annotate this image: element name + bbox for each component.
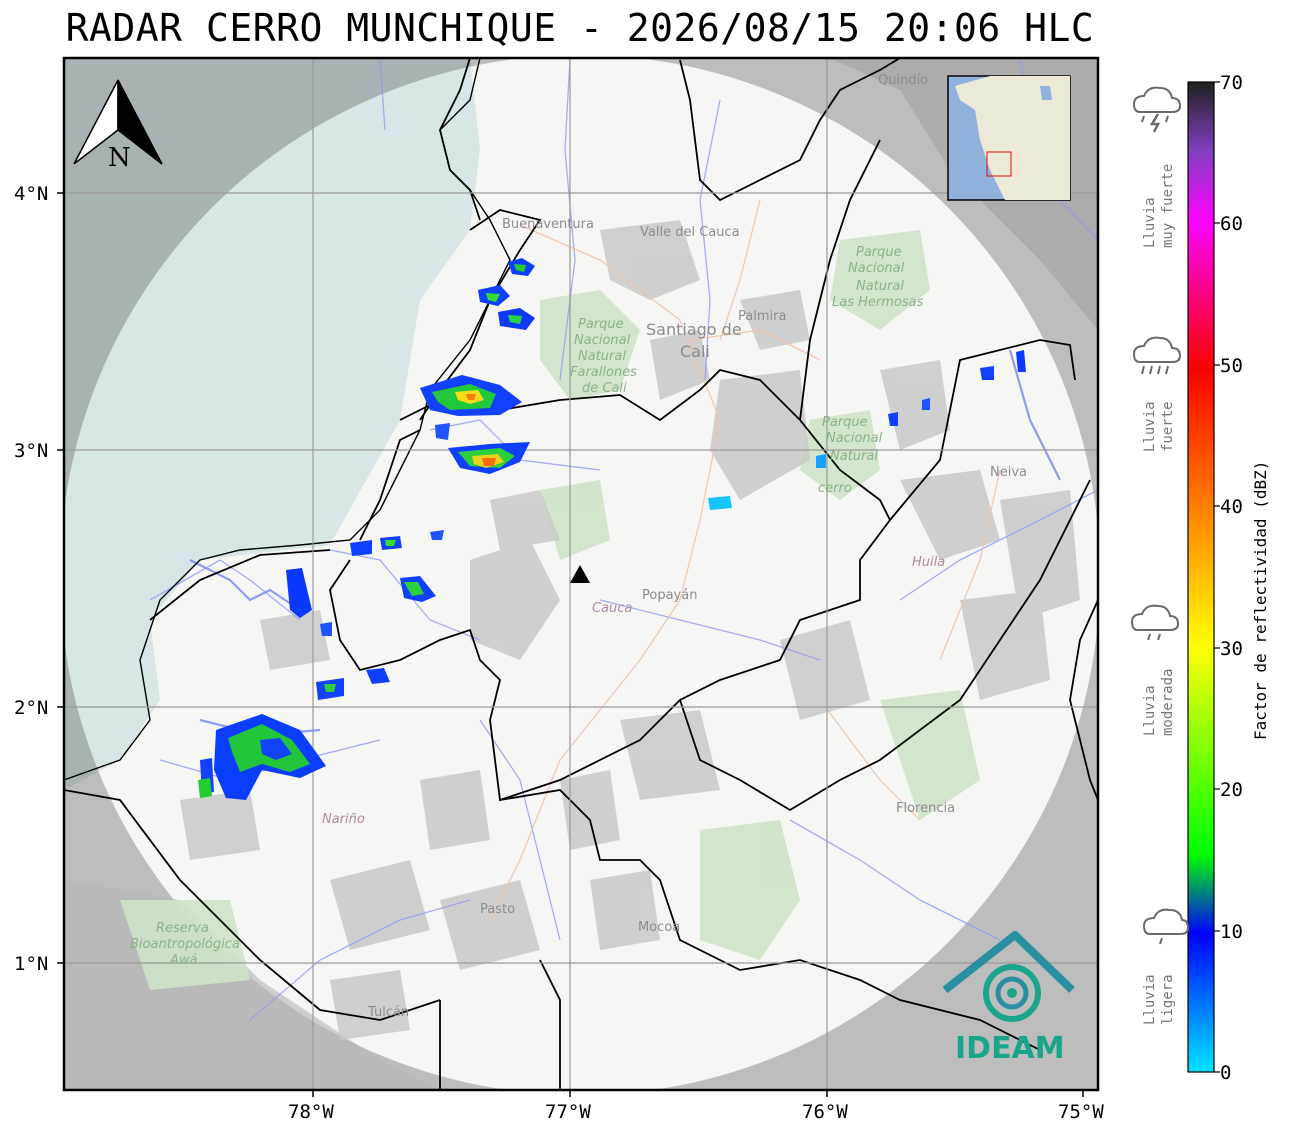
colorbar-ticks: 70 60 50 40 30 20 10 0 [1220,72,1243,1084]
cb-tick-60: 60 [1220,213,1243,235]
label-mocoa: Mocoa [638,920,680,935]
lat-tick-4: 4°N [14,183,48,205]
label-farallones-1: Parque [578,317,624,332]
label-hermosas-1: Parque [856,245,902,260]
lon-tick-76: 76°W [802,1101,848,1123]
label-hermosas-2: Nacional [848,261,905,276]
cb-tick-50: 50 [1220,355,1243,377]
cb-tick-70: 70 [1220,72,1243,94]
colorbar-panel: 70 60 50 40 30 20 10 0 Factor de reflect… [1130,72,1270,1084]
label-huila-park-2: Nacional [826,431,883,446]
label-cali-1: Santiago de [646,320,742,339]
category-moderada: Lluvia moderada [1130,604,1180,736]
moderate-rain-icon [1130,604,1180,641]
lat-tick-1: 1°N [14,953,48,975]
lon-tick-78: 78°W [288,1101,334,1123]
label-valle: Valle del Cauca [640,225,740,240]
label-hermosas-4: Las Hermosas [832,295,924,310]
label-huila: Huila [912,555,945,570]
label-cali-2: Cali [680,342,710,361]
label-huila-park-3: Natural [830,449,878,464]
cb-tick-40: 40 [1220,496,1243,518]
label-farallones-5: de Cali [582,381,627,396]
label-hermosas-3: Natural [856,279,904,294]
cat-2-line-1: Lluvia [1142,401,1158,452]
label-farallones-4: Farallones [570,365,637,380]
colorbar [1187,81,1215,1073]
cb-tick-0: 0 [1220,1062,1231,1084]
lon-tick-75: 75°W [1058,1101,1104,1123]
map-area: Buenaventura Valle del Cauca Quindío Pal… [64,58,1098,1090]
cat-3-line-2: moderada [1160,669,1176,736]
heavy-rain-icon [1132,336,1182,375]
cat-2-line-2: fuerte [1160,401,1176,452]
ideam-logo-text: IDEAM [955,1031,1065,1066]
radar-map: Buenaventura Valle del Cauca Quindío Pal… [14,56,1104,1123]
cb-tick-30: 30 [1220,638,1243,660]
label-popayan: Popayán [642,588,697,603]
label-awa-2: Bioantropológica [130,937,240,952]
label-farallones-2: Nacional [574,333,631,348]
label-buenaventura: Buenaventura [502,217,594,232]
label-awa-3: Awá [169,953,198,968]
inset-map [947,75,1071,201]
label-awa-1: Reserva [156,921,209,936]
label-cauca: Cauca [592,601,632,616]
thunderstorm-icon [1132,86,1182,133]
cat-3-line-1: Lluvia [1142,685,1158,736]
colorbar-title: Factor de reflectividad (dBZ) [1251,461,1270,740]
label-narino: Nariño [322,812,365,827]
category-ligera: Lluvia ligera [1142,908,1190,1025]
lat-tick-2: 2°N [14,697,48,719]
cb-tick-20: 20 [1220,779,1243,801]
label-farallones-3: Natural [578,349,626,364]
label-tulcan: Tulcán [367,1005,409,1020]
cat-1-line-1: Lluvia [1142,197,1158,248]
label-huila-park-4: cerro [818,481,852,496]
label-neiva: Neiva [990,465,1027,480]
label-palmira: Palmira [738,309,786,324]
lon-tick-77: 77°W [545,1101,591,1123]
cb-tick-10: 10 [1220,921,1243,943]
cat-4-line-2: ligera [1160,974,1176,1025]
label-quindio: Quindío [878,73,928,88]
north-label: N [108,143,131,173]
category-fuerte: Lluvia fuerte [1132,336,1182,452]
cat-4-line-1: Lluvia [1142,974,1158,1025]
label-pasto: Pasto [480,902,515,917]
label-huila-park-1: Parque [822,415,868,430]
label-florencia: Florencia [896,801,955,816]
lat-tick-3: 3°N [14,440,48,462]
category-muy-fuerte: Lluvia muy fuerte [1132,86,1182,248]
cat-1-line-2: muy fuerte [1160,164,1176,248]
light-rain-icon [1142,908,1190,945]
